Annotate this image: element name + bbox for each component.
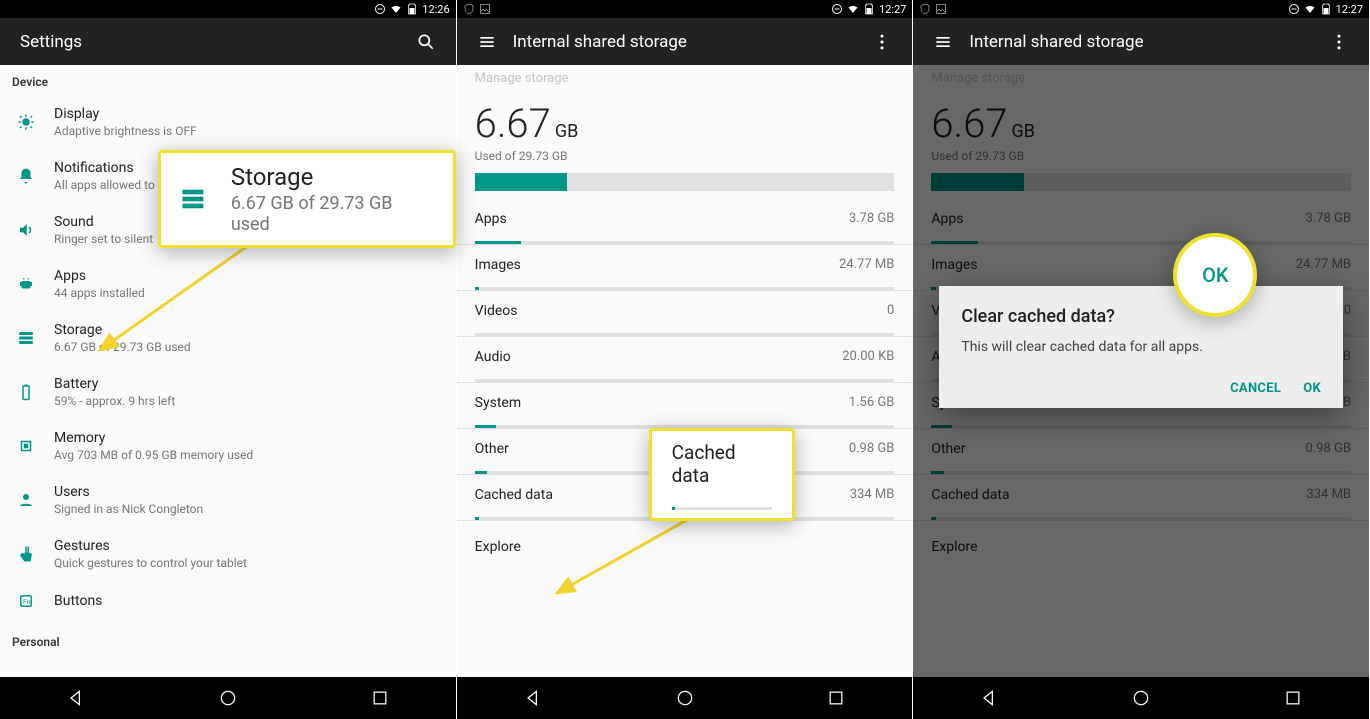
dialog-title: Clear cached data? [961,306,1321,327]
category-header-personal: Personal [0,621,456,655]
callout-cached: Cached data [649,428,795,521]
nav-recent-icon[interactable] [1283,688,1303,708]
user-icon [17,491,35,509]
status-time: 12:26 [422,3,449,16]
wifi-icon [847,3,859,15]
nav-home-icon[interactable] [218,688,238,708]
nav-home-icon[interactable] [675,688,695,708]
storage-category-videos[interactable]: Videos0 [457,291,913,336]
dnd-icon [374,3,386,15]
gesture-icon [17,545,35,563]
app-bar: Settings [0,18,456,65]
dnd-icon [831,3,843,15]
shield-icon [919,3,931,15]
image-icon [479,3,491,15]
setting-storage[interactable]: Storage6.67 GB of 29.73 GB used [0,311,456,365]
display-icon [17,113,35,131]
clear-cache-dialog: Clear cached data? This will clear cache… [939,286,1343,408]
nav-recent-icon[interactable] [826,688,846,708]
wifi-icon [390,3,402,15]
storage-category-images[interactable]: Images24.77 MB [457,245,913,290]
nav-bar [913,677,1369,719]
nav-bar [0,677,456,719]
status-time: 12:27 [879,3,906,16]
nav-back-icon[interactable] [979,688,999,708]
dnd-icon [1288,3,1300,15]
sound-icon [17,221,35,239]
setting-display[interactable]: DisplayAdaptive brightness is OFF [0,95,456,149]
storage-icon [17,329,35,347]
nav-back-icon[interactable] [66,688,86,708]
ok-button[interactable]: OK [1303,381,1321,396]
memory-icon [17,437,35,455]
status-bar: 12:26 [0,0,456,18]
callout-ok: OK [1173,233,1257,317]
menu-button[interactable] [469,24,505,60]
status-time: 12:27 [1336,3,1363,16]
nav-recent-icon[interactable] [370,688,390,708]
hamburger-icon [477,32,497,52]
setting-battery[interactable]: Battery59% - approx. 9 hrs left [0,365,456,419]
page-title: Internal shared storage [969,32,1143,52]
setting-apps[interactable]: Apps44 apps installed [0,257,456,311]
app-bar: Internal shared storage [457,18,913,65]
status-bar: 12:27 [913,0,1369,18]
battery-icon [17,383,35,401]
storage-summary: 6.67GB Used of 29.73 GB [457,86,913,199]
search-icon [416,32,436,52]
battery-icon [406,3,418,15]
dialog-message: This will clear cached data for all apps… [961,339,1321,355]
setting-memory[interactable]: MemoryAvg 703 MB of 0.95 GB memory used [0,419,456,473]
setting-gestures[interactable]: GesturesQuick gestures to control your t… [0,527,456,581]
nav-back-icon[interactable] [523,688,543,708]
hamburger-icon [933,32,953,52]
manage-storage-link[interactable]: Manage storage [457,65,913,86]
storage-category-audio[interactable]: Audio20.00 KB [457,337,913,382]
storage-bar [475,173,895,191]
android-icon [17,275,35,293]
callout-storage: Storage 6.67 GB of 29.73 GB used [158,150,456,248]
wifi-icon [1304,3,1316,15]
nav-bar [457,677,913,719]
storage-category-system[interactable]: System1.56 GB [457,383,913,428]
overflow-button[interactable] [1321,24,1357,60]
battery-icon [1320,3,1332,15]
battery-icon [863,3,875,15]
page-title: Internal shared storage [513,32,687,52]
shield-icon [463,3,475,15]
setting-users[interactable]: UsersSigned in as Nick Congleton [0,473,456,527]
buttons-icon: Fn [17,592,35,610]
bell-icon [17,167,35,185]
status-bar: 12:27 [457,0,913,18]
category-header: Device [0,65,456,95]
more-vert-icon [1329,32,1349,52]
overflow-button[interactable] [864,24,900,60]
svg-text:Fn: Fn [23,598,31,606]
screen-dialog: 12:27 Internal shared storage Manage sto… [913,0,1370,719]
menu-button[interactable] [925,24,961,60]
more-vert-icon [872,32,892,52]
search-button[interactable] [408,24,444,60]
storage-category-apps[interactable]: Apps3.78 GB [457,199,913,244]
storage-icon [179,185,207,213]
image-icon [935,3,947,15]
app-bar: Internal shared storage [913,18,1369,65]
screen-storage: 12:27 Internal shared storage Manage sto… [457,0,914,719]
cancel-button[interactable]: CANCEL [1230,381,1281,396]
nav-home-icon[interactable] [1131,688,1151,708]
storage-content: Manage storage 6.67GB Used of 29.73 GB A… [457,65,913,677]
page-title: Settings [20,32,82,52]
screen-settings: 12:26 Settings Device DisplayAdaptive br… [0,0,457,719]
explore-row[interactable]: Explore [457,521,913,573]
setting-buttons[interactable]: Fn Buttons [0,581,456,621]
